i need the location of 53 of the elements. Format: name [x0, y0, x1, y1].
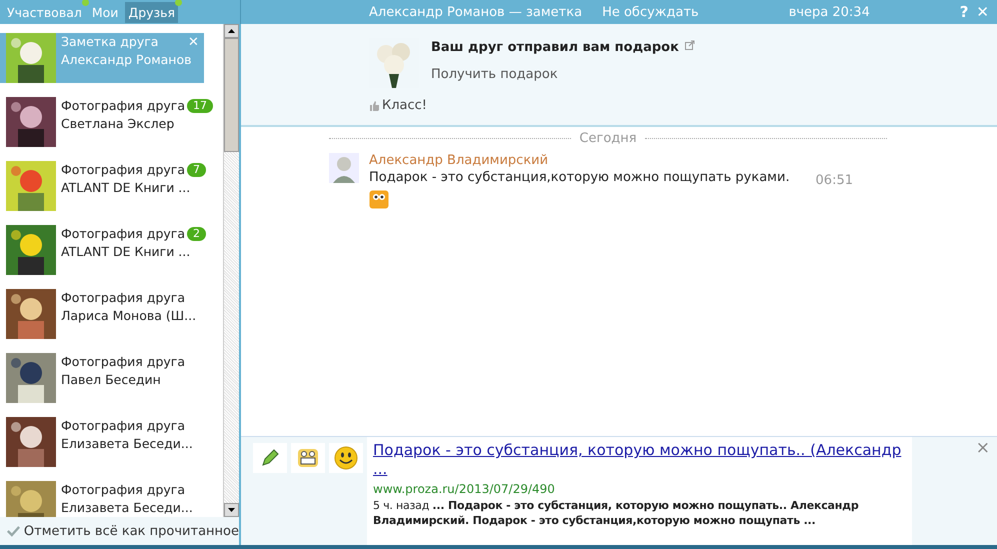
scrollbar[interactable]	[223, 24, 239, 517]
scroll-thumb[interactable]	[224, 38, 239, 152]
notification-type: Фотография друга	[61, 97, 186, 115]
notification-item[interactable]: Фотография друга Елизавета Беседи...	[0, 417, 223, 481]
message-text: Подарок - это субстанция,которую можно пощупать руками.	[369, 170, 790, 187]
smiley-button[interactable]	[329, 443, 363, 473]
get-gift-link[interactable]: Получить подарок	[431, 67, 558, 82]
day-divider: Сегодня	[579, 131, 637, 146]
notification-author: Александр Романов	[61, 51, 192, 69]
notification-type: Фотография друга	[61, 225, 186, 243]
notification-author: Светлана Экслер	[61, 115, 176, 133]
avatar	[329, 153, 359, 183]
thumbs-up-icon	[369, 100, 379, 110]
up-arrow-icon[interactable]	[228, 29, 235, 33]
notification-type: Фотография друга	[61, 289, 186, 307]
notification-item[interactable]: Фотография друга Павел Беседин	[0, 353, 223, 417]
notification-author: Лариса Монова (Ш...	[61, 307, 196, 325]
result-snippet: 5 ч. назад ... Подарок - это субстанция, которую можно пощупать.. Александр Владимирский. Подарок - это субстанция,которую можно пощупать ...	[373, 498, 860, 528]
notification-item[interactable]: Фотография друга Лариса Монова (Ш...	[0, 289, 223, 353]
tab[interactable]: Друзья	[125, 2, 178, 22]
notification-type: Фотография друга	[61, 161, 186, 179]
result-link[interactable]: Подарок - это субстанция, которую можно пощупать.. (Александр ...	[373, 441, 906, 479]
notification-item[interactable]: Фотография друга 7 ATLANT DE Книги ...	[0, 161, 223, 225]
notification-author: Елизавета Беседи...	[61, 499, 193, 517]
grin-button[interactable]	[291, 443, 325, 473]
pencil-button[interactable]	[253, 443, 287, 473]
smiley-icon	[369, 190, 389, 209]
count-badge: 2	[187, 227, 206, 241]
note-time: вчера 20:34	[788, 4, 870, 20]
notification-type: Заметка друга	[61, 33, 158, 51]
like-button[interactable]: Класс!	[369, 98, 428, 113]
count-badge: 7	[187, 163, 206, 177]
gift-title: Ваш друг отправил вам подарок	[431, 40, 679, 55]
smiley-icon	[334, 446, 358, 470]
external-link-icon[interactable]	[684, 40, 695, 50]
grin-icon	[296, 446, 320, 470]
note-title: Александр Романов — заметка	[369, 4, 582, 20]
result-url: www.proza.ru/2013/07/29/490	[373, 482, 556, 496]
mark-all-read-button[interactable]: Отметить всё как прочитанное	[0, 517, 239, 545]
notification-author: Павел Беседин	[61, 371, 162, 389]
notification-author: ATLANT DE Книги ...	[61, 243, 192, 261]
notification-item[interactable]: Фотография друга 17 Светлана Экслер	[0, 97, 223, 161]
message-time: 06:51	[816, 172, 853, 188]
notification-author: ATLANT DE Книги ...	[61, 179, 192, 197]
notification-type: Фотография друга	[61, 417, 186, 435]
notification-item[interactable]: Фотография друга 2 ATLANT DE Книги ...	[0, 225, 223, 289]
pencil-icon	[259, 447, 281, 469]
check-icon	[7, 524, 20, 538]
notification-type: Фотография друга	[61, 353, 186, 371]
count-badge: 17	[187, 99, 214, 113]
notification-author: Елизавета Беседи...	[61, 435, 193, 453]
notification-type: Фотография друга	[61, 481, 186, 499]
down-arrow-icon[interactable]	[228, 508, 235, 512]
